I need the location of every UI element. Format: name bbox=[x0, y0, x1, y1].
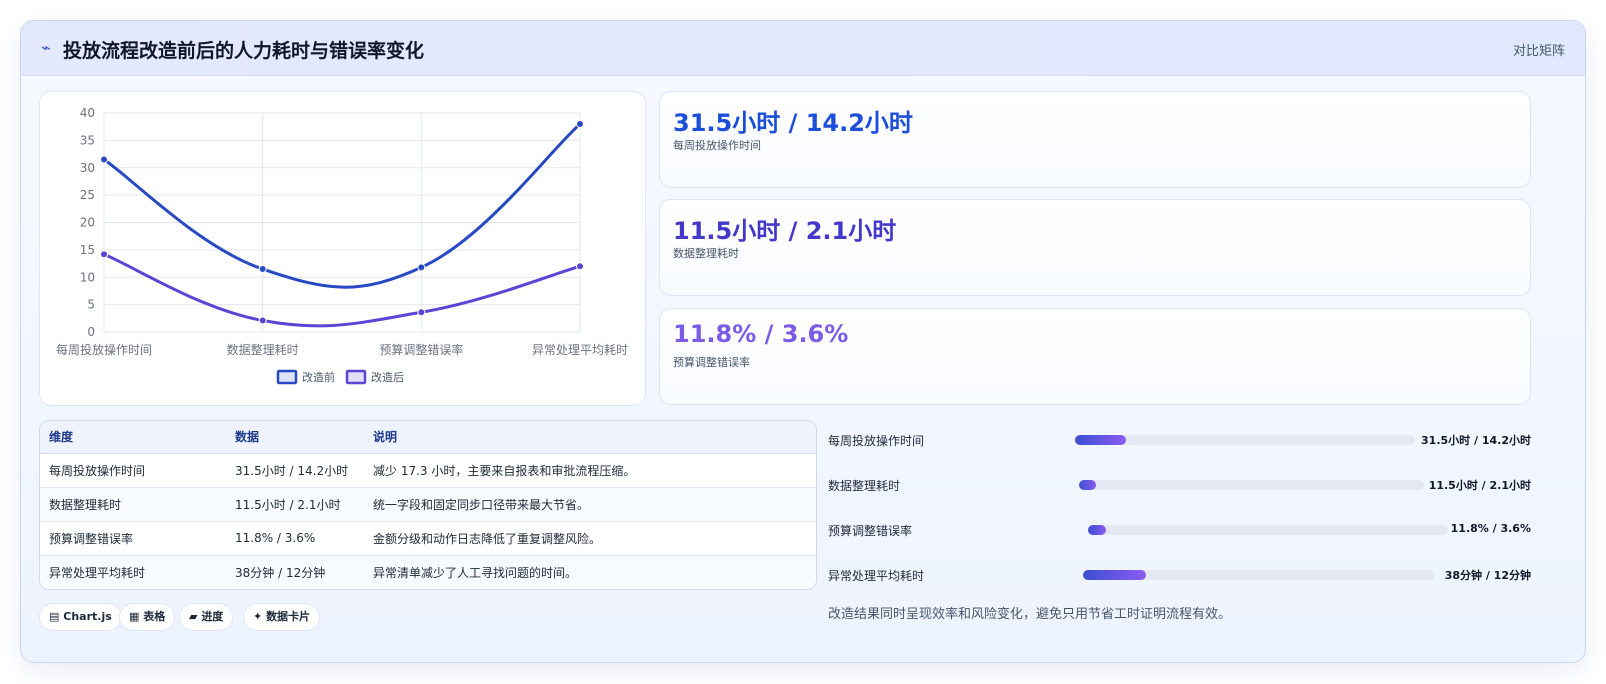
progress-fill bbox=[1079, 480, 1097, 490]
table-cell: 异常处理平均耗时 bbox=[40, 555, 226, 589]
progress-label: 每周投放操作时间 bbox=[828, 434, 925, 448]
table-cell: 数据整理耗时 bbox=[40, 487, 226, 522]
badge-progress[interactable]: ▰ 进度 bbox=[179, 603, 234, 631]
progress-track bbox=[1083, 570, 1435, 580]
legend-swatch bbox=[276, 369, 298, 385]
stat-value: 11.8% / 3.6% bbox=[673, 320, 849, 348]
progress-row: 预算调整错误率 11.8% / 3.6% bbox=[828, 519, 1531, 539]
series-line bbox=[103, 122, 582, 289]
y-tick-label: 25 bbox=[80, 188, 95, 202]
table-cell: 减少 17.3 小时，主要来自报表和审批流程压缩。 bbox=[364, 453, 816, 488]
x-tick-label: 预算调整错误率 bbox=[379, 342, 463, 357]
progress-track bbox=[1075, 435, 1415, 445]
badge-label: Chart.js bbox=[63, 610, 112, 623]
table-header-row: 维度 数据 说明 bbox=[40, 421, 816, 454]
y-tick-label: 5 bbox=[87, 298, 95, 312]
table-cell: 38分钟 / 12分钟 bbox=[226, 555, 364, 589]
progress-label: 预算调整错误率 bbox=[828, 524, 913, 538]
card-header: ⌁ 投放流程改造前后的人力耗时与错误率变化 对比矩阵 bbox=[21, 21, 1585, 76]
series-line bbox=[103, 252, 581, 328]
y-tick-label: 10 bbox=[80, 270, 95, 284]
page-title: 投放流程改造前后的人力耗时与错误率变化 bbox=[63, 40, 425, 62]
y-tick-label: 40 bbox=[80, 106, 95, 120]
y-tick-label: 0 bbox=[87, 325, 95, 339]
data-point bbox=[576, 119, 584, 128]
data-point bbox=[417, 263, 426, 272]
dashboard-card: ⌁ 投放流程改造前后的人力耗时与错误率变化 对比矩阵 0 5 10 15 20 25 30 3… bbox=[20, 20, 1586, 663]
progress-value: 31.5小时 / 14.2小时 bbox=[1421, 434, 1531, 447]
stat-card-data-cleanup: 11.5小时 / 2.1小时 数据整理耗时 bbox=[659, 199, 1531, 296]
line-chart: 0 5 10 15 20 25 30 35 40 每周投放操作时间 数据整理耗时 预算调整错误率 异常处… bbox=[56, 106, 628, 385]
summary-note: 改造结果同时呈现效率和风险变化，避免只用节省工时证明流程有效。 bbox=[828, 607, 1232, 622]
table-row: 异常处理平均耗时 38分钟 / 12分钟 异常清单减少了人工寻找问题的时间。 bbox=[40, 555, 816, 589]
x-tick-label: 每周投放操作时间 bbox=[56, 342, 152, 357]
legend-label: 改造后 bbox=[371, 370, 404, 384]
progress-label: 数据整理耗时 bbox=[828, 479, 901, 493]
data-point bbox=[258, 316, 267, 325]
data-point bbox=[100, 155, 108, 164]
table-row: 预算调整错误率 11.8% / 3.6% 金额分级和动作日志降低了重复调整风险。 bbox=[40, 521, 816, 556]
x-tick-label: 异常处理平均耗时 bbox=[532, 343, 628, 357]
line-chart-panel: 0 5 10 15 20 25 30 35 40 每周投放操作时间 数据整理耗时 预算调整错误率 异常处… bbox=[39, 91, 646, 406]
data-point bbox=[417, 308, 426, 317]
table-cell: 金额分级和动作日志降低了重复调整风险。 bbox=[364, 521, 816, 556]
column-header: 说明 bbox=[364, 421, 816, 454]
table-row: 数据整理耗时 11.5小时 / 2.1小时 统一字段和固定同步口径带来最大节省。 bbox=[40, 487, 816, 522]
progress-value: 11.5小时 / 2.1小时 bbox=[1428, 479, 1531, 492]
badge-table[interactable]: ▦ 表格 bbox=[119, 603, 176, 631]
badge-label: 表格 bbox=[143, 610, 166, 623]
badge-chartjs[interactable]: ▤ Chart.js bbox=[39, 603, 122, 631]
badge-data-card[interactable]: ✦ 数据卡片 bbox=[243, 603, 321, 631]
x-tick-label: 数据整理耗时 bbox=[227, 342, 299, 357]
progress-fill bbox=[1075, 435, 1126, 445]
column-header: 数据 bbox=[226, 421, 364, 454]
legend-label: 改造前 bbox=[302, 370, 335, 384]
progress-label: 异常处理平均耗时 bbox=[828, 569, 925, 583]
chart-icon: ▤ bbox=[49, 610, 60, 623]
data-point bbox=[100, 250, 108, 259]
data-point bbox=[258, 265, 267, 274]
table-row: 每周投放操作时间 31.5小时 / 14.2小时 减少 17.3 小时，主要来自… bbox=[40, 453, 816, 488]
y-tick-label: 30 bbox=[80, 161, 95, 175]
progress-value: 11.8% / 3.6% bbox=[1450, 522, 1531, 535]
stat-label: 预算调整错误率 bbox=[673, 356, 750, 369]
y-tick-label: 35 bbox=[80, 133, 95, 147]
comparison-table: 维度 数据 说明 每周投放操作时间 31.5小时 / 14.2小时 减少 17.… bbox=[39, 420, 817, 590]
stat-value: 11.5小时 / 2.1小时 bbox=[673, 217, 897, 245]
progress-fill bbox=[1088, 525, 1106, 535]
progress-value: 38分钟 / 12分钟 bbox=[1444, 569, 1531, 582]
progress-row: 每周投放操作时间 31.5小时 / 14.2小时 bbox=[828, 429, 1531, 449]
stat-card-budget-error: 11.8% / 3.6% 预算调整错误率 bbox=[659, 308, 1531, 405]
progress-fill bbox=[1083, 570, 1147, 580]
progress-icon: ▰ bbox=[189, 610, 198, 623]
table-icon: ▦ bbox=[129, 610, 140, 623]
y-tick-label: 20 bbox=[80, 216, 95, 230]
progress-track bbox=[1079, 480, 1424, 490]
table-cell: 统一字段和固定同步口径带来最大节省。 bbox=[364, 487, 816, 522]
sparkle-icon: ✦ bbox=[253, 610, 263, 623]
legend-swatch bbox=[345, 369, 367, 385]
table-cell: 31.5小时 / 14.2小时 bbox=[226, 453, 364, 488]
table-cell: 11.5小时 / 2.1小时 bbox=[226, 487, 364, 522]
table-cell: 11.8% / 3.6% bbox=[226, 521, 364, 556]
table-cell: 异常清单减少了人工寻找问题的时间。 bbox=[364, 555, 816, 589]
data-point bbox=[576, 262, 584, 271]
stat-label: 数据整理耗时 bbox=[673, 247, 739, 260]
badge-label: 数据卡片 bbox=[266, 610, 311, 623]
stat-label: 每周投放操作时间 bbox=[673, 139, 761, 152]
column-header: 维度 bbox=[40, 421, 226, 454]
progress-row: 数据整理耗时 11.5小时 / 2.1小时 bbox=[828, 474, 1531, 494]
bolt-icon: ⌁ bbox=[41, 38, 51, 57]
stat-card-weekly-ops: 31.5小时 / 14.2小时 每周投放操作时间 bbox=[659, 91, 1531, 188]
progress-row: 异常处理平均耗时 38分钟 / 12分钟 bbox=[828, 564, 1531, 584]
table-cell: 预算调整错误率 bbox=[40, 521, 226, 556]
badge-label: 进度 bbox=[201, 610, 224, 623]
progress-track bbox=[1088, 525, 1448, 535]
stat-value: 31.5小时 / 14.2小时 bbox=[673, 109, 913, 137]
header-tag: 对比矩阵 bbox=[1512, 44, 1565, 59]
y-tick-label: 15 bbox=[80, 243, 95, 257]
table-cell: 每周投放操作时间 bbox=[40, 453, 226, 488]
